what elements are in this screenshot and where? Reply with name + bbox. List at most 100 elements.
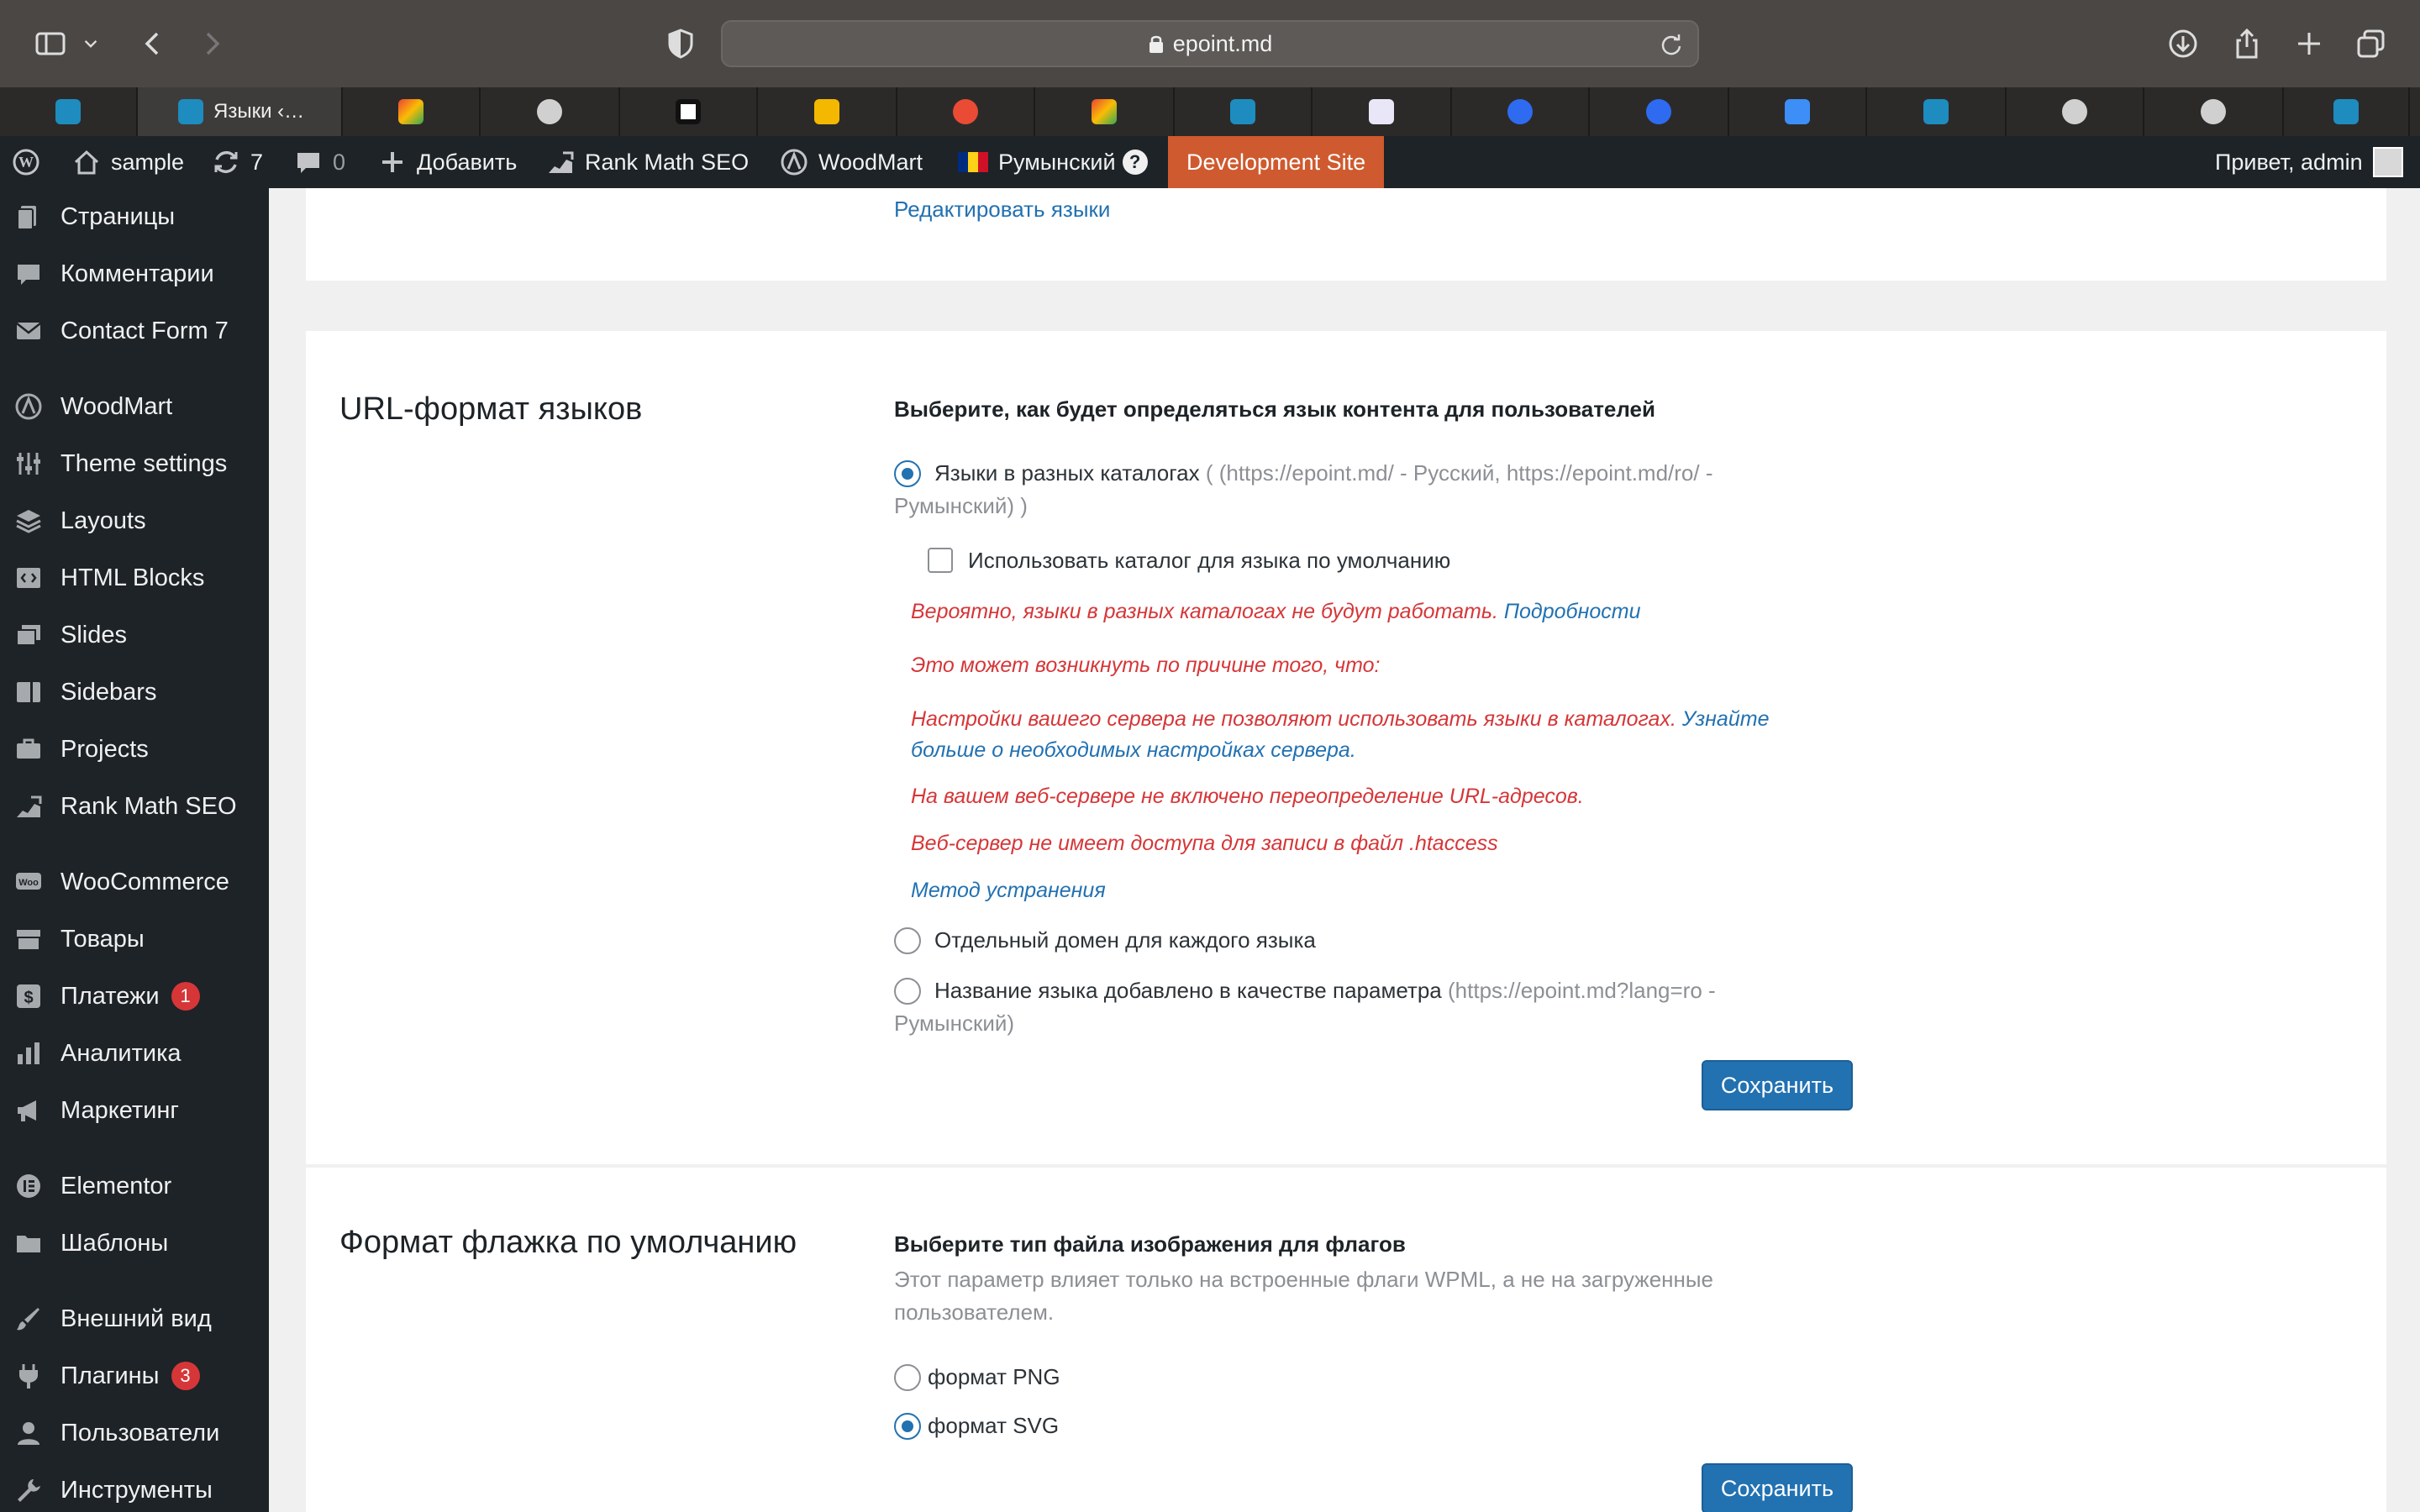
payments-icon: $ — [13, 981, 44, 1011]
sidebar-item-label: Плагины — [60, 1362, 160, 1389]
folder-icon — [13, 1228, 44, 1258]
sidebar-item-comments[interactable]: Комментарии — [0, 247, 269, 301]
tab-gmail-2[interactable] — [1035, 87, 1175, 136]
radio-png[interactable] — [894, 1364, 921, 1391]
sidebar-item-label: Slides — [60, 621, 127, 648]
rankmath-link[interactable]: Rank Math SEO — [546, 136, 749, 188]
tab-bar: Языки ‹… — [0, 87, 2420, 136]
warning-server-settings: Настройки вашего сервера не позволяют ис… — [911, 704, 1818, 766]
sidebar-item-label: Contact Form 7 — [60, 317, 229, 344]
default-language-directory-checkbox[interactable] — [928, 548, 953, 573]
updates-icon — [214, 150, 238, 174]
chevron-down-icon[interactable] — [77, 24, 104, 64]
development-site-badge[interactable]: Development Site — [1168, 136, 1385, 188]
tab-perplexity[interactable] — [620, 87, 758, 136]
sidebar-item-label: Layouts — [60, 507, 146, 534]
sidebar-item-sidebar[interactable]: Sidebars — [0, 665, 269, 719]
users-icon — [13, 1418, 44, 1448]
sidebar-item-layers[interactable]: Layouts — [0, 494, 269, 548]
sidebar-item-label: Платежи — [60, 982, 160, 1010]
tab-overview-icon[interactable] — [2351, 24, 2391, 64]
sidebar-item-briefcase[interactable]: Projects — [0, 722, 269, 776]
gmail-icon — [398, 99, 424, 124]
sidebar-item-label: Rank Math SEO — [60, 792, 237, 820]
tab-mail-at[interactable] — [1452, 87, 1590, 136]
languages-card: Редактировать языки — [306, 188, 2386, 281]
fix-method-link[interactable]: Метод устранения — [911, 875, 1106, 906]
tab-grammarly-2[interactable] — [2007, 87, 2144, 136]
comments-link[interactable]: 0 — [294, 136, 345, 188]
sidebar-item-rankmath[interactable]: Rank Math SEO — [0, 780, 269, 833]
tab-translate[interactable] — [897, 87, 1035, 136]
forward-icon[interactable] — [192, 24, 232, 64]
avatar — [2372, 147, 2403, 177]
share-icon[interactable] — [2227, 24, 2267, 64]
warning-reason-intro: Это может возникнуть по причине того, чт… — [911, 654, 1381, 677]
brush-icon — [13, 1304, 44, 1334]
tab-wp-2[interactable] — [1175, 87, 1313, 136]
section-title: Формат флажка по умолчанию — [339, 1225, 797, 1260]
comments-icon — [13, 259, 44, 289]
grammarly-icon — [2062, 99, 2087, 124]
details-link[interactable]: Подробности — [1504, 600, 1641, 623]
app-icon — [1785, 99, 1810, 124]
sidebar-item-plugin[interactable]: Плагины 3 — [0, 1349, 269, 1403]
sidebar-item-users[interactable]: Пользователи — [0, 1406, 269, 1460]
site-name-link[interactable]: sample — [72, 136, 184, 188]
sidebar-item-woo[interactable]: Woo WooCommerce — [0, 855, 269, 909]
tab-blue-app[interactable] — [1729, 87, 1867, 136]
sidebar-item-products[interactable]: Товары — [0, 912, 269, 966]
sidebar-item-pages[interactable]: Страницы — [0, 190, 269, 244]
woodmart-link[interactable]: WoodMart — [780, 136, 923, 188]
wp-admin-bar: W sample 7 0 Добавить Rank Math SEO Wood… — [0, 136, 2420, 188]
shield-icon[interactable] — [660, 24, 701, 64]
tab-wp-3[interactable] — [1867, 87, 2007, 136]
sidebar-item-elementor[interactable]: Elementor — [0, 1159, 269, 1213]
perplexity-icon — [676, 99, 701, 124]
radio-svg[interactable] — [894, 1413, 921, 1440]
tab-wp-4[interactable] — [2284, 87, 2410, 136]
section-title: URL-формат языков — [339, 391, 643, 427]
sidebar-item-payments[interactable]: $ Платежи 1 — [0, 969, 269, 1023]
sidebar-toggle-icon[interactable] — [30, 24, 71, 64]
add-new-link[interactable]: Добавить — [378, 136, 517, 188]
sidebar-item-woodmart[interactable]: WoodMart — [0, 380, 269, 433]
tab-mail[interactable] — [758, 87, 897, 136]
language-switcher[interactable]: Румынский ? — [958, 136, 1148, 188]
save-button[interactable]: Сохранить — [1702, 1463, 1853, 1512]
updates-link[interactable]: 7 — [212, 136, 263, 188]
sidebar-item-tools[interactable]: Инструменты — [0, 1463, 269, 1512]
tab-mail-at-2[interactable] — [1590, 87, 1729, 136]
tab-gmail[interactable] — [343, 87, 481, 136]
tab-wp[interactable] — [0, 87, 138, 136]
save-button[interactable]: Сохранить — [1702, 1060, 1853, 1110]
sidebar-item-megaphone[interactable]: Маркетинг — [0, 1084, 269, 1137]
tab-grammarly-3[interactable] — [2144, 87, 2284, 136]
sidebar-item-mail[interactable]: Contact Form 7 — [0, 304, 269, 358]
account-menu[interactable]: Привет, admin — [2215, 136, 2403, 188]
downloads-icon[interactable] — [2163, 24, 2203, 64]
reload-icon[interactable] — [1659, 32, 1684, 57]
woodmart-icon — [13, 391, 44, 422]
wordpress-logo-icon[interactable]: W — [12, 136, 40, 188]
help-icon[interactable]: ? — [1122, 150, 1148, 175]
tab-grammarly[interactable] — [481, 87, 620, 136]
back-icon[interactable] — [133, 24, 173, 64]
edit-languages-link[interactable]: Редактировать языки — [894, 193, 1110, 226]
sidebar-item-code[interactable]: HTML Blocks — [0, 551, 269, 605]
sidebar-item-chart[interactable]: Аналитика — [0, 1026, 269, 1080]
updates-count: 7 — [250, 149, 264, 175]
sidebar-item-slides[interactable]: Slides — [0, 608, 269, 662]
option-parameter: Название языка добавлено в качестве пара… — [894, 974, 1802, 1040]
tab-finger[interactable] — [1313, 87, 1452, 136]
tab-languages[interactable]: Языки ‹… — [138, 87, 343, 136]
woodmart-icon — [781, 149, 808, 176]
new-tab-icon[interactable] — [2289, 24, 2329, 64]
sidebar-item-sliders[interactable]: Theme settings — [0, 437, 269, 491]
address-bar[interactable]: epoint.md — [721, 20, 1699, 67]
radio-separate-domain[interactable] — [894, 927, 921, 954]
romania-flag-icon — [958, 152, 988, 172]
notification-badge: 3 — [171, 1362, 200, 1390]
sidebar-item-brush[interactable]: Внешний вид — [0, 1292, 269, 1346]
sidebar-item-folder[interactable]: Шаблоны — [0, 1216, 269, 1270]
